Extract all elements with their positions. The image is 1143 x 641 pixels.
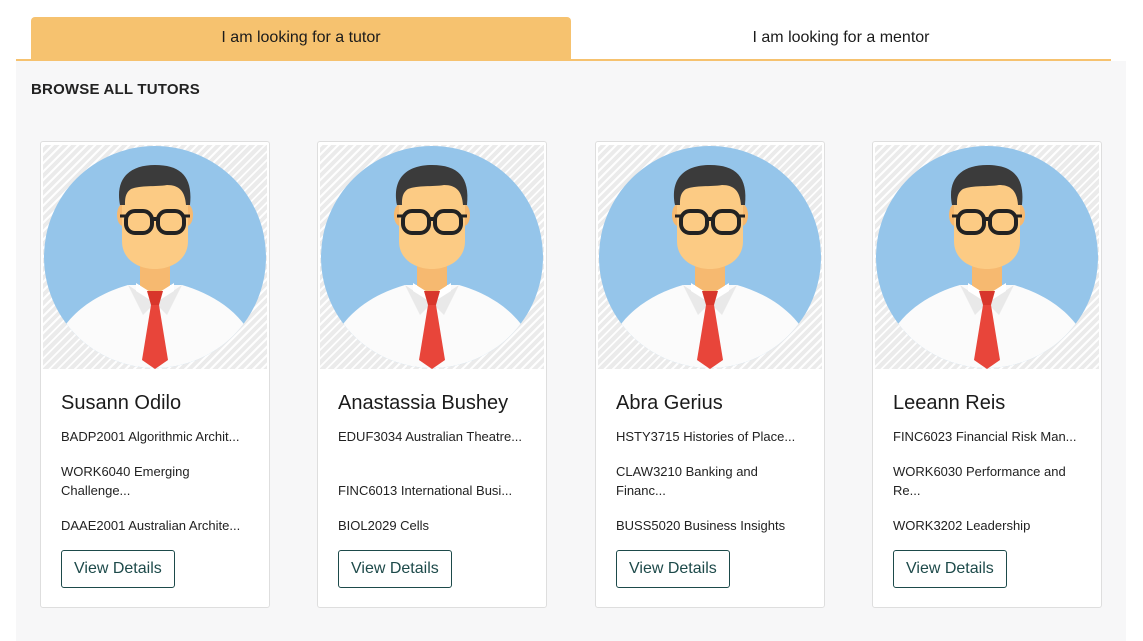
course-item: CLAW3210 Banking and Financ... bbox=[616, 464, 758, 498]
course-item: BUSS5020 Business Insights bbox=[616, 518, 786, 533]
course-item: DAAE2001 Australian Archite... bbox=[61, 518, 241, 533]
tab-tutor[interactable]: I am looking for a tutor bbox=[31, 17, 571, 59]
tutor-card: Anastassia Bushey EDUF3034 Australian Th… bbox=[317, 141, 547, 608]
avatar bbox=[320, 145, 544, 369]
tutor-browse-panel: BROWSE ALL TUTORS Susann Odilo BADP2001 … bbox=[16, 61, 1126, 641]
view-details-button[interactable]: View Details bbox=[616, 550, 730, 588]
course-item: BADP2001 Algorithmic Archit... bbox=[61, 429, 240, 444]
view-details-button[interactable]: View Details bbox=[338, 550, 452, 588]
course-item: BIOL2029 Cells bbox=[338, 518, 430, 533]
section-title: BROWSE ALL TUTORS bbox=[31, 81, 200, 98]
course-item: FINC6023 Financial Risk Man... bbox=[893, 429, 1077, 444]
course-item: EDUF3034 Australian Theatre... bbox=[338, 429, 523, 444]
course-item: HSTY3715 Histories of Place... bbox=[616, 429, 796, 444]
avatar bbox=[43, 145, 267, 369]
course-item: FINC6013 International Busi... bbox=[338, 483, 513, 498]
tutor-name: Leeann Reis bbox=[893, 392, 1006, 414]
tutor-card: Leeann Reis FINC6023 Financial Risk Man.… bbox=[872, 141, 1102, 608]
tutor-name: Anastassia Bushey bbox=[338, 392, 509, 414]
avatar bbox=[875, 145, 1099, 369]
course-item: WORK6030 Performance and Re... bbox=[893, 464, 1066, 498]
avatar-icon bbox=[44, 146, 266, 369]
view-details-button[interactable]: View Details bbox=[61, 550, 175, 588]
avatar-icon bbox=[599, 146, 821, 369]
avatar-icon bbox=[876, 146, 1098, 369]
view-details-button[interactable]: View Details bbox=[893, 550, 1007, 588]
tab-bar: I am looking for a tutor I am looking fo… bbox=[16, 17, 1111, 61]
tab-mentor[interactable]: I am looking for a mentor bbox=[571, 17, 1111, 59]
course-item: WORK6040 Emerging Challenge... bbox=[61, 464, 190, 498]
avatar bbox=[598, 145, 822, 369]
tutor-name: Susann Odilo bbox=[61, 392, 182, 414]
avatar-icon bbox=[321, 146, 543, 369]
tutor-card: Susann Odilo BADP2001 Algorithmic Archit… bbox=[40, 141, 270, 608]
tutor-name: Abra Gerius bbox=[616, 392, 723, 414]
course-item: WORK3202 Leadership bbox=[893, 518, 1031, 533]
tutor-card: Abra Gerius HSTY3715 Histories of Place.… bbox=[595, 141, 825, 608]
